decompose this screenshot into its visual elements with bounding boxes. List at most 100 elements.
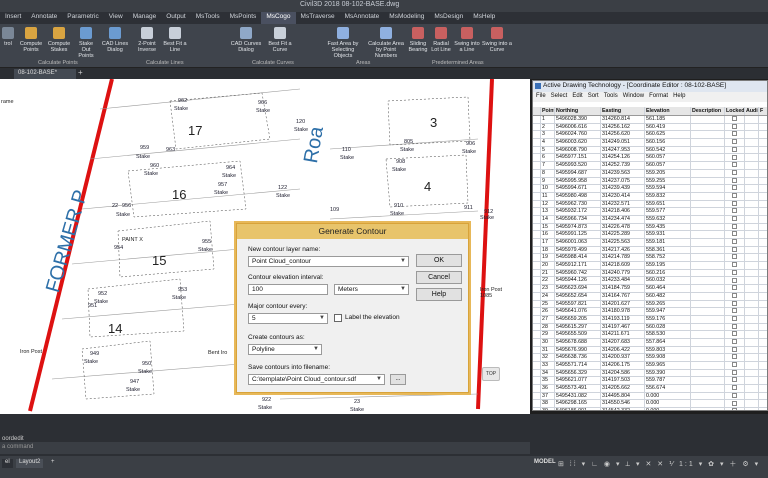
table-cell[interactable]: 16 [541,231,555,238]
table-cell[interactable]: 4 [541,139,555,146]
locked-cell[interactable] [725,369,745,377]
locked-checkbox[interactable] [732,185,737,191]
table-cell[interactable]: 5495977.151 [555,154,601,162]
description-cell[interactable] [691,277,725,285]
table-cell[interactable]: 314225.563 [601,239,645,246]
ribbon-button-best-fit-a-line[interactable]: Best Fit a Line [162,26,188,60]
locked-checkbox[interactable] [732,369,737,375]
table-cell[interactable]: 5495652.654 [555,292,601,300]
table-cell[interactable]: 559.594 [645,185,691,192]
audio-cell[interactable] [745,277,759,285]
table-cell[interactable]: 5495678.688 [555,338,601,346]
table-cell[interactable]: 5495979.499 [555,246,601,254]
table-cell[interactable]: 1 [541,116,555,123]
locked-cell[interactable] [725,254,745,262]
locked-checkbox[interactable] [732,154,737,160]
description-cell[interactable] [691,185,725,192]
ribbon-button-compute-stakes[interactable]: Compute Stakes [46,26,72,60]
description-cell[interactable] [691,362,725,369]
audio-cell[interactable] [745,131,759,139]
table-cell[interactable]: 5496024.760 [555,131,601,139]
locked-cell[interactable] [725,292,745,300]
audio-cell[interactable] [745,169,759,177]
locked-cell[interactable] [725,146,745,154]
table-cell[interactable]: 314234.474 [601,215,645,223]
locked-cell[interactable] [725,177,745,185]
locked-checkbox[interactable] [732,408,737,410]
table-row[interactable]: 1 5496028.390 314260.814 561.185 [533,116,767,124]
locked-checkbox[interactable] [732,323,737,329]
table-cell[interactable]: 20 [541,262,555,269]
table-cell[interactable]: 30 [541,338,555,346]
table-cell[interactable]: 12 [541,200,555,208]
audio-cell[interactable] [745,292,759,300]
table-row[interactable]: 31 5495676.990 314206.422 559.803 [533,346,767,355]
table-cell[interactable]: 5496008.790 [555,146,601,154]
locked-cell[interactable] [725,208,745,215]
layout-tab-layout2[interactable]: Layout2 [16,459,44,468]
ribbon-button-fast-area-by-selecting-objects[interactable]: Fast Area by Selecting Objects [322,26,364,60]
table-cell[interactable]: 314204.586 [601,369,645,377]
table-cell[interactable]: 560.156 [645,139,691,146]
audio-cell[interactable] [745,162,759,169]
tab-annotate[interactable]: Annotate [26,12,62,24]
table-cell[interactable]: 559.787 [645,377,691,385]
table-cell[interactable]: 559.965 [645,362,691,369]
description-cell[interactable] [691,177,725,185]
table-row[interactable]: 15 5495974.873 314226.478 559.435 [533,223,767,232]
table-cell[interactable]: 25 [541,300,555,308]
audio-cell[interactable] [745,308,759,315]
table-row[interactable]: 33 5495571.714 314206.175 559.965 [533,362,767,370]
layer-name-select[interactable]: Point Cloud_contour ▼ [248,256,409,267]
description-cell[interactable] [691,315,725,323]
table-cell[interactable]: 5495676.990 [555,346,601,354]
audio-cell[interactable] [745,116,759,123]
table-cell[interactable]: 19 [541,254,555,262]
locked-checkbox[interactable] [732,262,737,268]
table-cell[interactable]: 0.000 [645,392,691,400]
ribbon-button-best-fit-a-curve[interactable]: Best Fit a Curve [266,26,294,60]
audio-cell[interactable] [745,354,759,361]
table-cell[interactable]: 5495615.297 [555,323,601,331]
audio-cell[interactable] [745,192,759,200]
table-cell[interactable]: 26 [541,308,555,315]
table-row[interactable]: 13 5495932.172 314218.406 559.577 [533,208,767,216]
table-row[interactable]: 16 5495991.125 314225.289 559.931 [533,231,767,239]
audio-cell[interactable] [745,177,759,185]
locked-checkbox[interactable] [732,331,737,337]
table-row[interactable]: 19 5495988.414 314214.789 558.752 [533,254,767,263]
locked-cell[interactable] [725,154,745,162]
audio-cell[interactable] [745,200,759,208]
table-cell[interactable]: 5495431.082 [555,392,601,400]
tab-mspoints[interactable]: MsPoints [225,12,262,24]
table-cell[interactable]: 314184.759 [601,285,645,292]
description-cell[interactable] [691,308,725,315]
ce-menu-file[interactable]: File [536,93,546,101]
table-cell[interactable]: 314217.426 [601,246,645,254]
table-cell[interactable]: 5495991.125 [555,231,601,238]
table-cell[interactable]: 560.464 [645,285,691,292]
layout-tab-model[interactable]: el [2,459,13,468]
description-cell[interactable] [691,246,725,254]
table-cell[interactable]: 5495995.958 [555,177,601,185]
table-cell[interactable]: 5495974.873 [555,223,601,231]
table-cell[interactable]: 560.482 [645,292,691,300]
table-cell[interactable]: 24 [541,292,555,300]
table-cell[interactable]: 314193.119 [601,315,645,323]
create-as-select[interactable]: Polyline ▼ [248,344,322,355]
locked-cell[interactable] [725,131,745,139]
table-cell[interactable]: 5495621.077 [555,377,601,385]
label-elevation-checkbox[interactable] [334,314,342,322]
description-cell[interactable] [691,154,725,162]
table-row[interactable]: 17 5496001.063 314225.563 559.181 [533,239,767,247]
table-cell[interactable]: 5496001.063 [555,239,601,246]
description-cell[interactable] [691,292,725,300]
table-cell[interactable]: 556.674 [645,385,691,392]
locked-cell[interactable] [725,262,745,269]
table-cell[interactable]: 314214.789 [601,254,645,262]
table-cell[interactable]: 314225.289 [601,231,645,238]
table-row[interactable]: 3 5496024.760 314256.620 560.625 [533,131,767,140]
table-cell[interactable]: 559.908 [645,354,691,361]
locked-checkbox[interactable] [732,216,737,222]
table-cell[interactable]: 314164.767 [601,292,645,300]
